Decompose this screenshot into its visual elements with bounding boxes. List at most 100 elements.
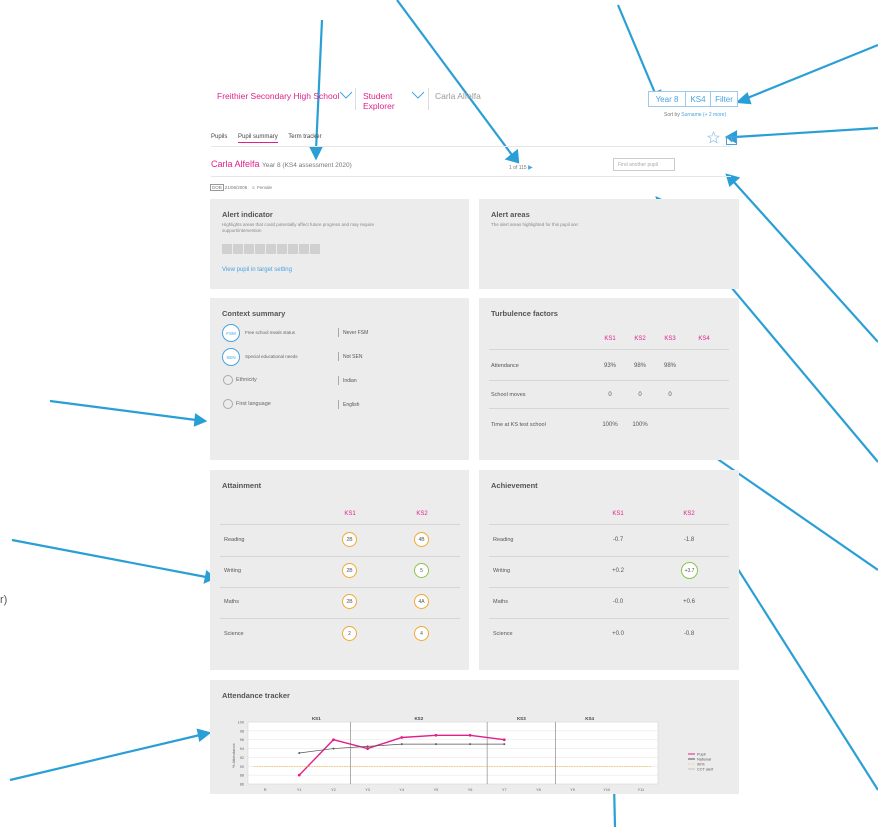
panel-title: Turbulence factors — [491, 309, 558, 318]
sort-value[interactable]: Surname (+ 2 more) — [681, 112, 726, 118]
table-cell: +0.0 — [612, 631, 624, 637]
panel-description: Highlights areas that could potentially … — [222, 222, 375, 233]
grade-circle: 2 — [342, 626, 357, 641]
context-summary-panel: Context summary FSM Free school meals st… — [210, 298, 469, 460]
fsm-icon: FSM — [222, 324, 240, 342]
pupil-point — [468, 733, 472, 737]
app-name[interactable]: Student Explorer — [363, 91, 408, 111]
national-point — [434, 743, 437, 746]
alert-box — [255, 244, 265, 254]
column-header: KS2 — [416, 511, 428, 517]
pupil-line-divider — [211, 176, 731, 177]
header-pupil-name: Carla Alfelfa — [435, 91, 481, 101]
alert-box — [233, 244, 243, 254]
column-header: KS1 — [344, 511, 356, 517]
row-divider — [489, 524, 729, 525]
header-divider — [355, 88, 356, 110]
pupil-point — [297, 773, 301, 777]
pupil-detail: Year 8 (KS4 assessment 2020) — [262, 162, 352, 169]
pupil-point — [400, 736, 404, 739]
legend-label: 90% — [697, 763, 705, 767]
pupil-heading: Carla Alfelfa Year 8 (KS4 assessment 202… — [211, 159, 352, 169]
row-label: Writing — [493, 568, 511, 574]
context-value: English — [343, 402, 360, 408]
chevron-down-icon[interactable] — [339, 91, 353, 99]
row-divider — [220, 618, 460, 619]
national-point — [332, 747, 335, 750]
panel-title: Attainment — [222, 481, 262, 490]
context-separator — [338, 328, 339, 337]
x-tick-label: Y7 — [502, 788, 507, 792]
grade-circle: 2B — [342, 563, 357, 578]
column-header: KS2 — [634, 336, 646, 342]
year-button[interactable]: Year 8 — [648, 91, 686, 107]
y-tick-label: 86 — [240, 783, 244, 787]
chevron-down-icon[interactable] — [411, 91, 425, 99]
y-tick-label: 90 — [240, 765, 244, 769]
column-header: KS4 — [698, 336, 710, 342]
table-cell: +0.6 — [683, 599, 695, 605]
table-cell: -0.7 — [612, 537, 624, 543]
x-tick-label: Y4 — [399, 788, 404, 792]
legend-label: Pupil — [697, 753, 706, 757]
y-tick-label: 98 — [240, 729, 244, 733]
row-label: Maths — [224, 599, 239, 605]
alert-box — [299, 244, 309, 254]
table-cell: 100% — [602, 422, 618, 428]
next-arrow-icon[interactable]: ▶ — [528, 165, 533, 171]
ks-button[interactable]: KS4 — [685, 91, 711, 107]
row-divider — [489, 618, 729, 619]
filter-button[interactable]: Filter — [710, 91, 738, 107]
table-cell: -0.8 — [683, 631, 695, 637]
y-tick-label: 88 — [240, 774, 244, 778]
row-label: School moves — [491, 392, 526, 398]
x-tick-label: Y6 — [468, 788, 473, 792]
column-header: KS3 — [664, 336, 676, 342]
row-label: Maths — [493, 599, 508, 605]
tab-pupil-summary[interactable]: Pupil summary — [238, 134, 278, 143]
table-cell: 98% — [663, 363, 676, 369]
table-cell: 0 — [668, 392, 672, 398]
row-label: Science — [224, 631, 244, 637]
star-icon[interactable] — [707, 131, 720, 144]
dob-badge: DOB — [210, 184, 224, 191]
context-label: First language — [236, 401, 271, 407]
ethnicity-icon — [223, 375, 233, 385]
context-value: Indian — [343, 378, 357, 384]
panel-title: Context summary — [222, 309, 286, 318]
sen-icon: SEN — [222, 348, 240, 366]
y-tick-label: 92 — [240, 756, 244, 760]
tab-pupils[interactable]: Pupils — [211, 134, 227, 140]
x-tick-label: Y9 — [570, 788, 575, 792]
panel-title: Alert areas — [491, 210, 530, 219]
gender-value: Female — [256, 185, 272, 190]
x-tick-label: Y1 — [297, 788, 302, 792]
find-pupil-input[interactable]: Find another pupil — [613, 158, 675, 171]
stage-label: KS3 — [517, 716, 526, 721]
tab-term-tracker[interactable]: Term tracker — [288, 134, 321, 140]
attendance-tracker-panel: Attendance tracker 100 98 96 94 92 90 88 86 R Y1 Y… — [210, 680, 739, 794]
row-divider — [489, 349, 729, 350]
alert-box — [244, 244, 254, 254]
pupil-point — [332, 738, 335, 742]
row-divider — [220, 556, 460, 557]
tab-bar: Pupils Pupil summary Term tracker — [211, 134, 331, 143]
pupil-name: Carla Alfelfa — [211, 159, 260, 169]
table-cell: 100% — [632, 422, 648, 428]
sort-control[interactable]: Sort by Surname (+ 2 more) — [664, 112, 726, 118]
national-point — [503, 743, 506, 746]
row-divider — [489, 587, 729, 588]
row-label: Attendance — [491, 363, 519, 369]
grade-circle: 2B — [342, 594, 357, 609]
sort-label: Sort by — [664, 112, 680, 118]
target-setting-link[interactable]: View pupil in target setting — [222, 267, 292, 273]
pupil-pager: 1 of 115 ▶ — [509, 164, 533, 171]
panel-title: Achievement — [491, 481, 538, 490]
panel-description: The alert areas highlighted for this pup… — [491, 222, 579, 227]
tab-divider — [211, 146, 731, 147]
download-icon[interactable] — [726, 133, 737, 145]
school-name[interactable]: Freithier Secondary High School — [217, 91, 342, 101]
table-cell: 98% — [633, 363, 646, 369]
grade-circle: 4 — [414, 626, 429, 641]
column-header: KS1 — [612, 511, 624, 517]
